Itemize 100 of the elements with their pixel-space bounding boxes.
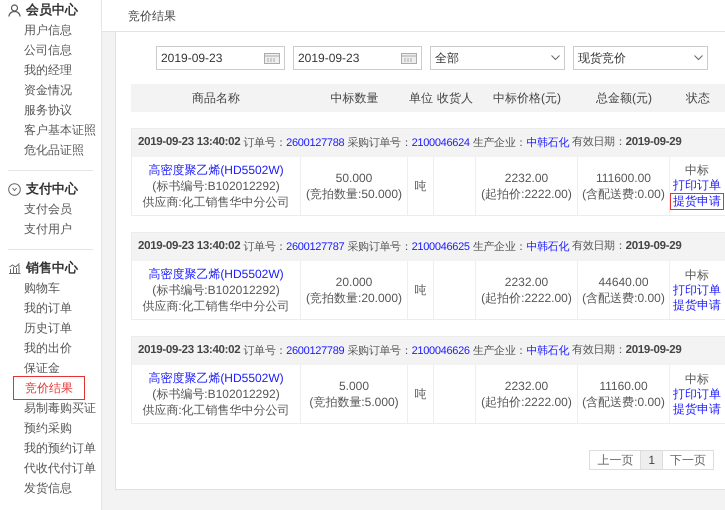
column-header: 单位: [409, 91, 433, 105]
delivery-fee: (含配送费:0.00): [582, 186, 665, 202]
sidebar-item[interactable]: 用户信息: [24, 21, 72, 39]
total-amount: 111600.00: [596, 170, 651, 186]
unit: 吨: [414, 178, 426, 194]
sidebar-item[interactable]: 历史订单: [24, 319, 72, 337]
unit: 吨: [414, 282, 426, 298]
action-link[interactable]: 打印订单: [673, 386, 721, 402]
producer-label: 生产企业：: [472, 136, 526, 151]
producer-link[interactable]: 中韩石化: [526, 342, 570, 360]
order-time: 2019-09-23 13:40:02: [138, 135, 240, 150]
date-field[interactable]: 2019-09-23: [156, 46, 285, 70]
action-link[interactable]: 打印订单: [673, 282, 721, 298]
dropdown[interactable]: 全部: [430, 46, 565, 70]
calendar-icon: [401, 52, 417, 64]
calendar-icon: [264, 52, 280, 64]
status: 中标: [685, 268, 709, 282]
valid-date: 2019-09-29: [626, 239, 682, 254]
start-price: (起拍价:2222.00): [481, 186, 572, 202]
sidebar-item[interactable]: 易制毒购买证: [24, 399, 96, 417]
sidebar-group-title: 会员中心: [26, 1, 78, 20]
user-icon: [8, 4, 21, 16]
tender-number: (标书编号:B102012292): [152, 282, 280, 298]
sidebar-item[interactable]: 客户基本证照: [24, 121, 96, 139]
column-header: 收货人: [437, 91, 473, 105]
column-header: 中标数量: [330, 91, 378, 105]
price: 2232.00: [504, 274, 548, 290]
order-time: 2019-09-23 13:40:02: [138, 343, 240, 358]
action-link[interactable]: 提货申请: [670, 192, 724, 210]
page-button[interactable]: 1: [640, 451, 663, 469]
purchase-number-label: 采购订单号：: [347, 344, 412, 359]
order-number[interactable]: 2600127788: [286, 134, 344, 152]
sidebar-item[interactable]: 我的经理: [24, 61, 72, 79]
producer-label: 生产企业：: [472, 344, 526, 359]
sidebar-group-title: 销售中心: [26, 259, 78, 278]
prev-page-button[interactable]: 上一页: [590, 451, 640, 469]
chevron-down-icon: [551, 55, 560, 61]
sidebar-item[interactable]: 保证金: [24, 359, 60, 377]
sidebar-item[interactable]: 支付用户: [24, 220, 72, 238]
bid-quantity: (竞拍数量:50.000): [306, 186, 402, 202]
product-link[interactable]: 高密度聚乙烯(HD5502W): [148, 266, 284, 282]
bid-quantity: (竞拍数量:20.000): [306, 290, 402, 306]
dropdown[interactable]: 现货竞价: [573, 46, 708, 70]
sidebar-item[interactable]: 公司信息: [24, 41, 72, 59]
valid-date-label: 有效日期：: [572, 135, 626, 150]
purchase-number[interactable]: 2100046625: [412, 238, 470, 256]
delivery-fee: (含配送费:0.00): [582, 394, 665, 410]
sidebar-item[interactable]: 发货信息: [24, 479, 72, 497]
product-link[interactable]: 高密度聚乙烯(HD5502W): [148, 162, 284, 178]
order-number[interactable]: 2600127789: [286, 342, 344, 360]
supplier: 供应商:化工销售华中分公司: [142, 194, 290, 210]
date-field[interactable]: 2019-09-23: [293, 46, 422, 70]
order-number[interactable]: 2600127787: [286, 238, 344, 256]
producer-link[interactable]: 中韩石化: [526, 134, 570, 152]
sidebar-item[interactable]: 服务协议: [24, 101, 72, 119]
sidebar-item[interactable]: 购物车: [24, 279, 60, 297]
unit: 吨: [414, 386, 426, 402]
sidebar-item[interactable]: 竞价结果: [13, 376, 85, 400]
column-header: 中标价格(元): [493, 91, 561, 105]
price: 2232.00: [504, 170, 548, 186]
valid-date: 2019-09-29: [626, 135, 682, 150]
purchase-number-label: 采购订单号：: [347, 240, 412, 255]
next-page-button[interactable]: 下一页: [663, 451, 713, 469]
status: 中标: [685, 162, 709, 178]
quantity: 50.000: [336, 170, 372, 186]
start-price: (起拍价:2222.00): [481, 394, 572, 410]
sidebar-item[interactable]: 我的订单: [24, 299, 72, 317]
producer-link[interactable]: 中韩石化: [526, 238, 570, 256]
product-link[interactable]: 高密度聚乙烯(HD5502W): [148, 370, 284, 386]
sidebar-item[interactable]: 预约采购: [24, 419, 72, 437]
sidebar-item[interactable]: 危化品证照: [24, 141, 84, 159]
order-time: 2019-09-23 13:40:02: [138, 239, 240, 254]
delivery-fee: (含配送费:0.00): [582, 290, 665, 306]
sidebar-group-title: 支付中心: [26, 180, 78, 198]
action-link[interactable]: 打印订单: [673, 178, 721, 192]
purchase-number-label: 采购订单号：: [347, 136, 412, 151]
sidebar-item[interactable]: 代收代付订单: [24, 459, 96, 477]
sidebar-item[interactable]: 支付会员: [24, 200, 72, 218]
chart-icon: [8, 262, 21, 274]
column-header: 商品名称: [192, 91, 240, 105]
tender-number: (标书编号:B102012292): [152, 386, 280, 402]
action-link[interactable]: 提货申请: [673, 402, 721, 416]
purchase-number[interactable]: 2100046626: [412, 342, 470, 360]
sidebar-item[interactable]: 我的预约订单: [24, 439, 96, 457]
valid-date-label: 有效日期：: [572, 343, 626, 358]
sidebar-item[interactable]: 资金情况: [24, 81, 72, 99]
total-amount: 44640.00: [598, 274, 649, 290]
producer-label: 生产企业：: [472, 240, 526, 255]
supplier: 供应商:化工销售华中分公司: [142, 402, 290, 418]
total-amount: 11160.00: [599, 378, 648, 394]
quantity: 5.000: [338, 378, 370, 394]
valid-date-label: 有效日期：: [572, 239, 626, 254]
order-number-label: 订单号：: [243, 136, 286, 151]
price: 2232.00: [504, 378, 548, 394]
bid-quantity: (竞拍数量:5.000): [309, 394, 399, 410]
action-link[interactable]: 提货申请: [673, 298, 721, 312]
order-number-label: 订单号：: [243, 240, 286, 255]
sidebar-item[interactable]: 我的出价: [24, 339, 72, 357]
purchase-number[interactable]: 2100046624: [412, 134, 470, 152]
quantity: 20.000: [336, 274, 372, 290]
